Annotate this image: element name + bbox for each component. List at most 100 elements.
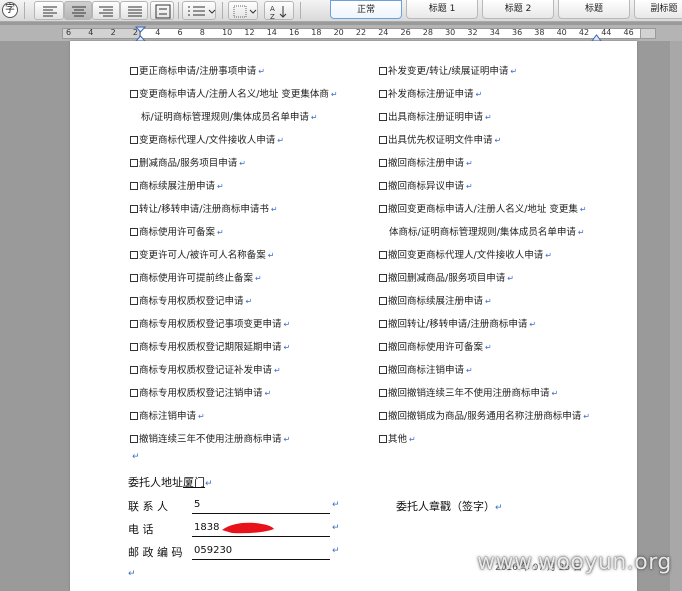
paragraph-mark: ↵ [255, 274, 262, 283]
list-button[interactable] [182, 1, 216, 20]
ruler-number: 42 [578, 28, 590, 37]
ruler-number: 6 [177, 28, 183, 37]
checkbox[interactable] [379, 366, 387, 374]
left-checkbox-item: 删减商品/服务项目申请 ↵ [130, 155, 246, 169]
ruler-number: 34 [489, 28, 500, 37]
align-center-button[interactable] [64, 1, 92, 20]
left-checkbox-item: 商标专用权质权登记申请 ↵ [130, 293, 252, 307]
checkbox[interactable] [379, 205, 387, 213]
paragraph-mark: ↵ [510, 67, 518, 76]
checkbox[interactable] [130, 205, 138, 213]
checkbox[interactable] [379, 274, 387, 282]
align-right-button[interactable] [92, 1, 120, 20]
ruler-number: 16 [289, 28, 300, 37]
checkbox[interactable] [379, 389, 387, 397]
checkbox[interactable] [379, 182, 387, 190]
checkbox[interactable] [379, 113, 387, 121]
right-checkbox-item: 撤回商标异议申请 ↵ [379, 178, 473, 192]
checkbox[interactable] [379, 343, 387, 351]
sort-button[interactable]: AZ [264, 1, 294, 21]
left-checkbox-item: 商标专用权质权登记期限延期申请 ↵ [130, 339, 290, 353]
right-indent-marker-icon[interactable] [590, 26, 604, 42]
right-checkbox-item: 撤回删减商品/服务项目申请 ↵ [379, 270, 514, 284]
document-page[interactable]: 更正商标申请/注册事项申请 ↵ 变更商标申请人/注册人名义/地址 变更集体商 ↵ 标/证… [70, 41, 637, 591]
ruler-number: 38 [534, 28, 545, 37]
paragraph-mark: ↵ [283, 435, 291, 444]
left-item-label: 撤销连续三年不使用注册商标申请 [139, 434, 282, 445]
left-item-label: 商标专用权质权登记证补发申请 [139, 365, 273, 376]
checkbox[interactable] [130, 67, 138, 75]
checkbox[interactable] [130, 320, 138, 328]
checkbox[interactable] [379, 159, 387, 167]
left-checkbox-item: 转让/移转申请/注册商标申请书 ↵ [130, 201, 278, 215]
border-icon [233, 5, 257, 18]
ruler-number: 32 [467, 28, 478, 37]
style-heading-1[interactable]: 标题 1 [406, 0, 478, 19]
right-checkbox-item: 撤回变更商标代理人/文件接收人申请 ↵ [379, 247, 552, 261]
checkbox[interactable] [130, 274, 138, 282]
checkbox[interactable] [130, 343, 138, 351]
checkbox[interactable] [130, 136, 138, 144]
align-right-icon [99, 6, 113, 17]
toolbar-separator [24, 2, 25, 19]
style-normal[interactable]: 正常 [330, 0, 402, 19]
checkbox[interactable] [130, 159, 138, 167]
paragraph-mark: ↵ [551, 389, 559, 398]
line-spacing-button[interactable] [150, 1, 174, 20]
checkbox[interactable] [379, 412, 387, 420]
ruler-number: 6 [66, 28, 72, 37]
char-format-icon[interactable]: 字 [2, 2, 18, 18]
checkbox[interactable] [130, 90, 138, 98]
right-checkbox-item: 撤回撤销连续三年不使用注册商标申请 ↵ [379, 385, 558, 399]
vertical-scrollbar[interactable] [670, 41, 682, 591]
paragraph-mark: ↵ [485, 113, 492, 122]
paragraph-mark: ↵ [332, 500, 340, 510]
checkbox[interactable] [379, 136, 387, 144]
ruler-number: 18 [311, 28, 322, 37]
right-item-label: 出具优先权证明文件申请 [388, 135, 493, 146]
left-checkbox-item: 商标使用许可提前终止备案 ↵ [130, 270, 262, 284]
left-item-label: 商标专用权质权登记事项变更申请 [139, 319, 282, 330]
svg-text:Z: Z [270, 13, 275, 21]
sort-icon: AZ [270, 5, 287, 21]
checkbox[interactable] [379, 297, 387, 305]
checkbox[interactable] [379, 67, 387, 75]
align-justify-button[interactable] [120, 1, 148, 20]
paragraph-mark: ↵ [579, 205, 587, 214]
paragraph-mark: ↵ [485, 343, 492, 352]
indent-marker-icon[interactable] [134, 26, 148, 42]
left-checkbox-item: 商标专用权质权登记事项变更申请 ↵ [130, 316, 290, 330]
right-item-label: 其他 [388, 434, 408, 445]
left-checkbox-item: 商标专用权质权登记证补发申请 ↵ [130, 362, 281, 376]
style-title[interactable]: 标题 [558, 0, 630, 19]
checkbox[interactable] [130, 297, 138, 305]
left-item-label: 变更商标申请人/注册人名义/地址 变更集体商 [139, 89, 329, 100]
checkbox[interactable] [379, 435, 387, 443]
right-checkbox-item: 撤回商标注销申请 ↵ [379, 362, 473, 376]
checkbox[interactable] [130, 251, 138, 259]
checkbox[interactable] [130, 228, 138, 236]
right-item-label: 撤回转让/移转申请/注册商标申请 [388, 319, 528, 330]
border-button[interactable] [228, 1, 258, 20]
checkbox[interactable] [379, 90, 387, 98]
right-checkbox-item: 撤回商标注册申请 ↵ [379, 155, 473, 169]
checkbox[interactable] [130, 412, 138, 420]
ruler-number: 10 [222, 28, 233, 37]
checkbox[interactable] [130, 389, 138, 397]
checkbox[interactable] [379, 251, 387, 259]
style-subtitle[interactable]: 副标题 [634, 0, 682, 19]
checkbox[interactable] [379, 320, 387, 328]
align-left-button[interactable] [34, 1, 64, 20]
checkbox[interactable] [130, 182, 138, 190]
paragraph-mark: ↵ [507, 274, 514, 283]
checkbox[interactable] [130, 435, 138, 443]
right-checkbox-item: 补发变更/转让/续展证明申请 ↵ [379, 63, 517, 77]
right-item-label: 体商标/证明商标管理规则/集体成员名单申请 [389, 227, 576, 238]
ruler-number: 24 [378, 28, 389, 37]
line-spacing-icon [155, 4, 171, 19]
checkbox[interactable] [130, 366, 138, 374]
right-item-label: 撤回删减商品/服务项目申请 [388, 273, 506, 284]
style-heading-2[interactable]: 标题 2 [482, 0, 554, 19]
right-checkbox-item: 体商标/证明商标管理规则/集体成员名单申请 ↵ [389, 224, 585, 238]
paragraph-mark: ↵ [283, 320, 291, 329]
